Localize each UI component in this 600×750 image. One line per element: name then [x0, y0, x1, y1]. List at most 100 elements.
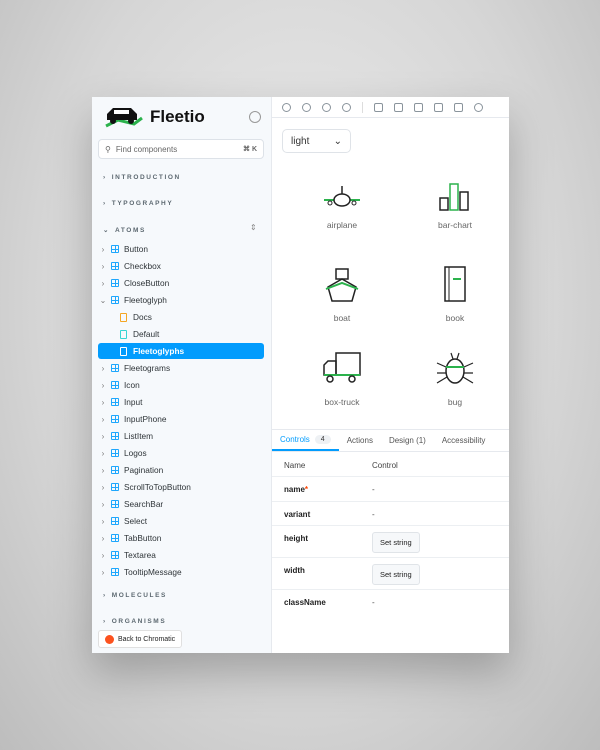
logo[interactable]: Fleetio: [104, 106, 205, 128]
section-organisms[interactable]: › ORGANISMS: [103, 618, 166, 625]
controls-count-badge: 4: [314, 435, 331, 444]
bookmark-icon: [120, 346, 127, 356]
glyph-label: boat: [333, 313, 351, 323]
section-label: ATOMS: [115, 226, 146, 234]
reload-icon[interactable]: [282, 102, 291, 112]
sidebar-item-fleetograms[interactable]: › Fleetograms: [98, 360, 264, 376]
sidebar-item-label: TabButton: [124, 533, 162, 543]
component-icon: [111, 296, 119, 304]
outline-icon[interactable]: [434, 102, 443, 112]
control-value: -: [372, 485, 375, 494]
sidebar-item-textarea[interactable]: › Textarea: [98, 547, 264, 563]
prop-name: variant: [284, 510, 311, 519]
table-row: height Set string: [272, 526, 509, 558]
background-icon[interactable]: [374, 102, 383, 112]
section-typography[interactable]: › TYPOGRAPHY: [103, 200, 173, 207]
chevron-right-icon: ›: [101, 244, 105, 254]
zoom-out-icon[interactable]: [322, 102, 331, 112]
sidebar-item-checkbox[interactable]: › Checkbox: [98, 258, 264, 274]
chevron-right-icon: ›: [101, 567, 105, 577]
chevron-right-icon: ›: [103, 592, 107, 599]
sidebar-item-searchbar[interactable]: › SearchBar: [98, 496, 264, 512]
sidebar-item-label: Textarea: [124, 550, 156, 560]
set-string-button[interactable]: Set string: [372, 564, 420, 585]
fleetio-logo-icon: [105, 108, 143, 128]
sidebar-item-input[interactable]: › Input: [98, 394, 264, 410]
sidebar-item-label: Docs: [133, 312, 152, 322]
tab-label: Controls: [280, 435, 310, 444]
zoom-in-icon[interactable]: [302, 102, 311, 112]
sidebar-item-label: Checkbox: [124, 261, 161, 271]
addon-tabs: Controls 4 Actions Design (1) Accessibili…: [272, 429, 509, 452]
sidebar-item-label: Select: [124, 516, 148, 526]
tab-label: Accessibility: [441, 436, 486, 445]
tab-controls[interactable]: Controls 4: [272, 430, 339, 451]
glyph-boat: boat: [292, 265, 392, 323]
tab-accessibility[interactable]: Accessibility: [434, 430, 494, 451]
sidebar-item-label: CloseButton: [124, 278, 170, 288]
search-icon: ⚲: [105, 144, 111, 154]
expand-collapse-icon[interactable]: ⇕: [250, 223, 257, 232]
theme-select[interactable]: light ⌄: [282, 129, 351, 153]
back-to-chromatic-button[interactable]: Back to Chromatic: [98, 630, 183, 648]
back-label: Back to Chromatic: [118, 635, 176, 643]
section-molecules[interactable]: › MOLECULES: [103, 592, 167, 599]
component-icon: [111, 432, 119, 440]
sidebar-item-button[interactable]: › Button: [98, 241, 264, 257]
sidebar-item-fleetoglyph[interactable]: ⌄ Fleetoglyph: [98, 292, 264, 308]
component-icon: [111, 517, 119, 525]
sidebar-item-logos[interactable]: › Logos: [98, 445, 264, 461]
sidebar-item-label: Button: [124, 244, 148, 254]
table-row: variant -: [272, 502, 509, 526]
sidebar-item-label: Input: [124, 397, 143, 407]
sidebar-item-inputphone[interactable]: › InputPhone: [98, 411, 264, 427]
chevron-right-icon: ›: [101, 465, 105, 475]
sidebar-item-label: Icon: [124, 380, 140, 390]
measure-icon[interactable]: [454, 102, 463, 112]
tab-actions[interactable]: Actions: [339, 430, 381, 451]
chevron-right-icon: ›: [103, 618, 107, 625]
sidebar: Fleetio ⚲ Find components ⌘ K › INTRODUCT…: [92, 97, 272, 653]
glyph-label: box-truck: [324, 397, 360, 407]
section-atoms[interactable]: ⌄ ATOMS: [103, 226, 146, 235]
section-introduction[interactable]: › INTRODUCTION: [103, 174, 181, 181]
sidebar-item-default[interactable]: Default: [98, 326, 264, 342]
sidebar-item-label: Logos: [124, 448, 147, 458]
component-icon: [111, 381, 119, 389]
boat-icon: [325, 268, 359, 302]
sidebar-item-pagination[interactable]: › Pagination: [98, 462, 264, 478]
sidebar-item-label: Default: [133, 329, 160, 339]
table-row: name* -: [272, 477, 509, 502]
section-label: TYPOGRAPHY: [111, 200, 174, 207]
viewport-icon[interactable]: [414, 102, 423, 112]
accessibility-icon[interactable]: [474, 102, 483, 112]
grid-icon[interactable]: [394, 102, 403, 112]
sidebar-item-docs[interactable]: Docs: [98, 309, 264, 325]
sidebar-item-select[interactable]: › Select: [98, 513, 264, 529]
set-string-button[interactable]: Set string: [372, 532, 420, 553]
prop-name: className: [284, 598, 326, 607]
sidebar-item-listitem[interactable]: › ListItem: [98, 428, 264, 444]
sidebar-item-tabbutton[interactable]: › TabButton: [98, 530, 264, 546]
chevron-right-icon: ›: [101, 550, 105, 560]
header-control: Control: [372, 461, 398, 470]
sidebar-item-icon[interactable]: › Icon: [98, 377, 264, 393]
airplane-icon: [324, 186, 360, 207]
sidebar-item-closebutton[interactable]: › CloseButton: [98, 275, 264, 291]
settings-gear-icon[interactable]: [249, 111, 261, 123]
chevron-right-icon: ›: [101, 261, 105, 271]
sidebar-item-selected[interactable]: Fleetoglyphs: [98, 343, 264, 359]
chevron-right-icon: ›: [103, 200, 107, 207]
sidebar-item-tooltipmessage[interactable]: › TooltipMessage: [98, 564, 264, 580]
chevron-down-icon: ⌄: [99, 295, 107, 305]
tab-design[interactable]: Design (1): [381, 430, 434, 451]
sidebar-item-label: InputPhone: [124, 414, 167, 424]
sidebar-item-scrolltotopbutton[interactable]: › ScrollToTopButton: [98, 479, 264, 495]
glyph-label: book: [445, 313, 465, 323]
reset-zoom-icon[interactable]: [342, 102, 351, 112]
search-input[interactable]: ⚲ Find components ⌘ K: [98, 139, 264, 159]
sidebar-item-label: Fleetoglyphs: [133, 346, 185, 356]
component-icon: [111, 466, 119, 474]
glyph-label: bar-chart: [437, 220, 472, 230]
glyph-airplane: airplane: [292, 182, 392, 230]
